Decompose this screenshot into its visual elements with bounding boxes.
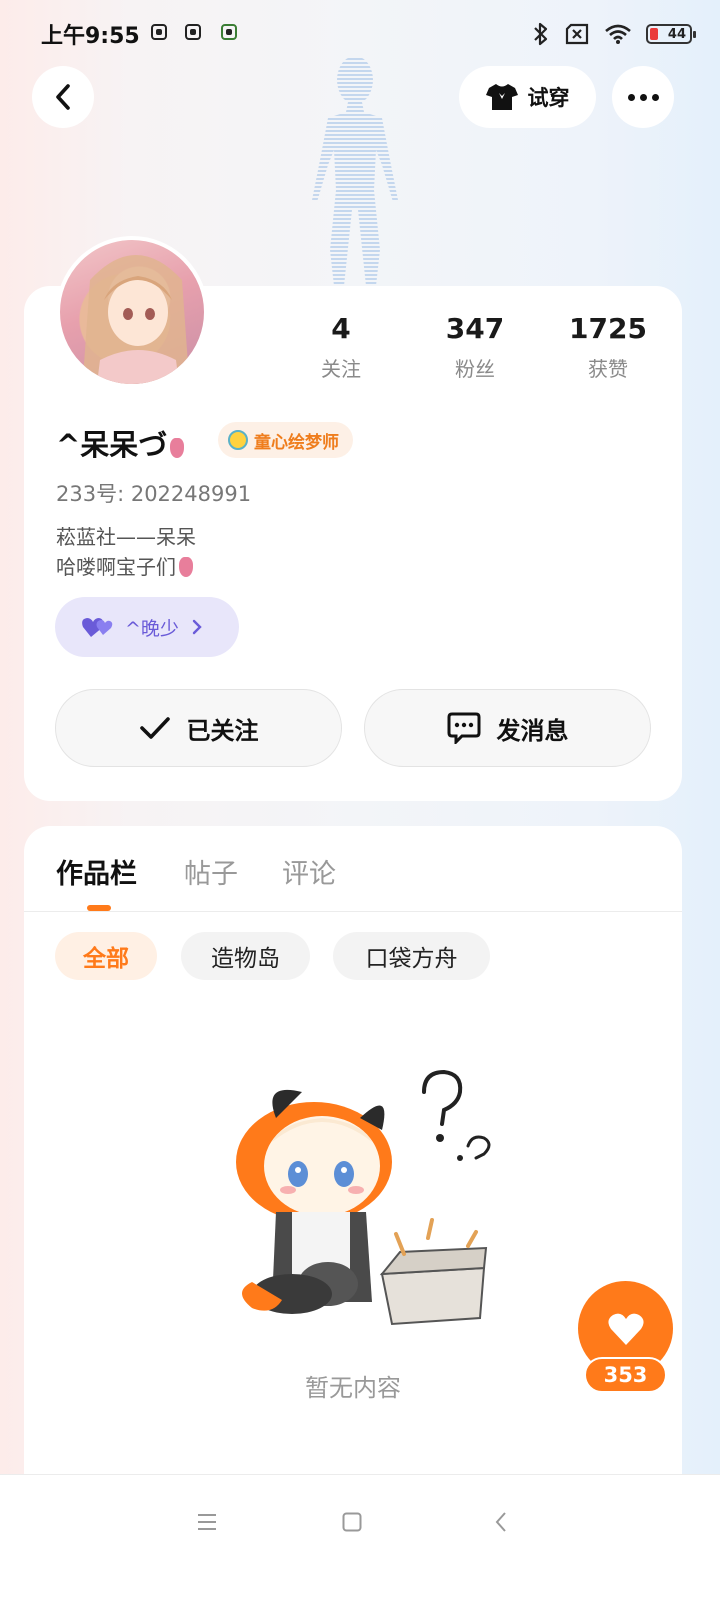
user-id: 233号: 202248991 — [56, 482, 252, 506]
battery-icon: 44 — [646, 24, 696, 44]
stat-label: 粉丝 — [455, 357, 495, 381]
send-message-button[interactable]: 发消息 — [364, 689, 651, 767]
bio-line: 菘蓝社——呆呆 — [56, 525, 196, 549]
app-notification-icon — [221, 24, 237, 40]
battery-level: 44 — [667, 26, 686, 42]
nickname: ^呆呆づ — [56, 422, 185, 464]
tulip-icon — [179, 557, 193, 577]
avatar-silhouette-image — [312, 56, 398, 286]
stat-value: 347 — [445, 312, 505, 345]
filter-pocket-ark[interactable]: 口袋方舟 — [333, 932, 490, 980]
tshirt-icon — [485, 84, 518, 110]
bio-line-2: 哈喽啊宝子们 — [56, 552, 196, 582]
filter-creation-island[interactable]: 造物岛 — [181, 932, 310, 980]
stat-value: 4 — [331, 312, 351, 345]
chat-bubble-icon — [447, 712, 480, 744]
sim-off-icon — [565, 23, 589, 45]
badge-icon — [228, 430, 248, 450]
avatar[interactable] — [56, 236, 208, 388]
more-dot — [639, 93, 647, 101]
more-dot — [651, 93, 659, 101]
stat-followers[interactable]: 347 粉丝 — [420, 312, 530, 382]
nickname-text: ^呆呆づ — [56, 428, 168, 462]
bio-line-text: 哈喽啊宝子们 — [56, 555, 176, 579]
chevron-right-icon — [192, 619, 202, 635]
followed-button[interactable]: 已关注 — [55, 689, 342, 767]
title-badge[interactable]: 童心绘梦师 — [218, 422, 353, 458]
tulip-icon — [170, 438, 185, 458]
back-button[interactable] — [32, 66, 94, 128]
like-count: 353 — [584, 1357, 667, 1393]
menu-icon[interactable] — [197, 1513, 217, 1531]
system-nav-bar — [0, 1474, 720, 1600]
more-horizontal-icon — [627, 93, 635, 101]
tab-comments[interactable]: 评论 — [282, 852, 336, 891]
stat-label: 获赞 — [588, 357, 628, 381]
home-square-icon[interactable] — [342, 1512, 362, 1532]
tab-divider — [24, 911, 682, 912]
status-time: 上午9:55 — [41, 24, 140, 49]
tab-works[interactable]: 作品栏 — [56, 852, 137, 891]
chevron-left-icon — [56, 84, 70, 110]
app-notification-icon — [151, 24, 167, 40]
empty-state-illustration — [236, 1069, 491, 1326]
check-icon — [139, 717, 170, 739]
bio: 菘蓝社——呆呆 哈喽啊宝子们 — [56, 522, 196, 582]
heart-icon — [607, 1313, 644, 1345]
status-icons: 44 — [532, 20, 696, 48]
stat-value: 1725 — [569, 312, 647, 345]
badge-label: 童心绘梦师 — [254, 432, 339, 453]
bluetooth-icon — [534, 22, 548, 46]
stat-likes[interactable]: 1725 获赞 — [553, 312, 663, 382]
stat-following[interactable]: 4 关注 — [286, 312, 396, 382]
send-message-label: 发消息 — [496, 716, 569, 745]
cp-tag[interactable]: ^晚少 — [55, 597, 239, 657]
try-on-button[interactable]: 试穿 — [459, 66, 596, 128]
double-heart-icon — [82, 618, 113, 637]
app-notification-icon — [185, 24, 201, 40]
stat-label: 关注 — [321, 357, 361, 381]
cp-tag-label: ^晚少 — [125, 617, 179, 640]
back-triangle-icon[interactable] — [494, 1511, 508, 1533]
wifi-icon — [605, 24, 631, 44]
followed-label: 已关注 — [186, 716, 259, 745]
filter-all[interactable]: 全部 — [55, 932, 157, 980]
more-button[interactable] — [612, 66, 674, 128]
try-on-label: 试穿 — [527, 86, 570, 110]
tab-posts[interactable]: 帖子 — [184, 852, 238, 891]
